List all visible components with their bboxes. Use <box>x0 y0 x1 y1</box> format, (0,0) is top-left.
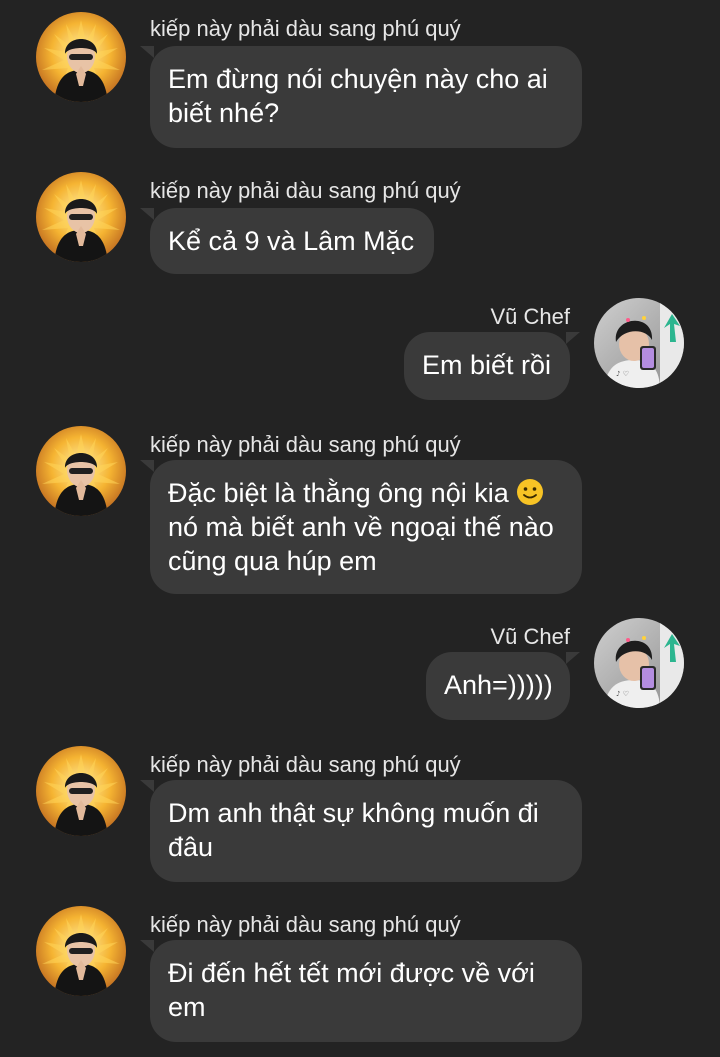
sender-name: Vũ Chef <box>490 304 571 329</box>
slightly-smiling-face-emoji-icon <box>517 479 544 505</box>
message-bubble[interactable]: Anh=))))) <box>426 652 570 720</box>
sender-name: kiếp này phải dàu sang phú quý <box>150 16 461 41</box>
profile-photo-icon <box>36 172 126 262</box>
message-bubble[interactable]: Dm anh thật sự không muốn đi đâu <box>150 780 582 882</box>
profile-photo-icon <box>594 298 684 388</box>
message-text-line: Đặc biệt là thằng ông nội kia <box>168 476 564 510</box>
sender-avatar[interactable] <box>36 426 126 516</box>
profile-photo-icon <box>36 426 126 516</box>
message-bubble[interactable]: Em biết rồi <box>404 332 570 400</box>
message-text: Anh=))))) <box>444 670 553 700</box>
message-text: Dm anh thật sự không muốn đi <box>168 798 539 828</box>
profile-photo-icon <box>594 618 684 708</box>
message-bubble[interactable]: Em đừng nói chuyện này cho ai biết nhé? <box>150 46 582 148</box>
message-text: nó mà biết anh về ngoại thế nào <box>168 512 554 542</box>
sender-avatar[interactable] <box>594 298 684 388</box>
bubble-tail <box>566 652 580 664</box>
sender-avatar[interactable] <box>36 172 126 262</box>
message-bubble[interactable]: Kể cả 9 và Lâm Mặc <box>150 208 434 274</box>
message-text: biết nhé? <box>168 98 280 128</box>
message-text: Kể cả 9 và Lâm Mặc <box>168 226 415 256</box>
message-text: đâu <box>168 832 214 862</box>
sender-avatar[interactable] <box>36 906 126 996</box>
bubble-tail <box>140 46 154 58</box>
sender-name: kiếp này phải dàu sang phú quý <box>150 912 461 937</box>
sender-avatar[interactable] <box>36 12 126 102</box>
sender-avatar[interactable] <box>36 746 126 836</box>
bubble-tail <box>566 332 580 344</box>
message-bubble[interactable]: Đặc biệt là thằng ông nội kia nó mà biết… <box>150 460 582 594</box>
message-text: em <box>168 992 206 1022</box>
sender-name: kiếp này phải dàu sang phú quý <box>150 752 461 777</box>
sender-name: kiếp này phải dàu sang phú quý <box>150 432 461 457</box>
profile-photo-icon <box>36 12 126 102</box>
message-text: cũng qua húp em <box>168 546 377 576</box>
sender-avatar[interactable] <box>594 618 684 708</box>
bubble-tail <box>140 208 154 220</box>
message-text: Em biết rồi <box>422 350 552 380</box>
bubble-tail <box>140 780 154 792</box>
bubble-tail <box>140 940 154 952</box>
profile-photo-icon <box>36 746 126 836</box>
sender-name: kiếp này phải dàu sang phú quý <box>150 178 461 203</box>
message-bubble[interactable]: Đi đến hết tết mới được về với em <box>150 940 582 1042</box>
message-text: Đi đến hết tết mới được về với <box>168 958 535 988</box>
message-text: Em đừng nói chuyện này cho ai <box>168 64 548 94</box>
message-text: Đặc biệt là thằng ông nội kia <box>168 478 509 508</box>
sender-name: Vũ Chef <box>490 624 571 649</box>
profile-photo-icon <box>36 906 126 996</box>
bubble-tail <box>140 460 154 472</box>
